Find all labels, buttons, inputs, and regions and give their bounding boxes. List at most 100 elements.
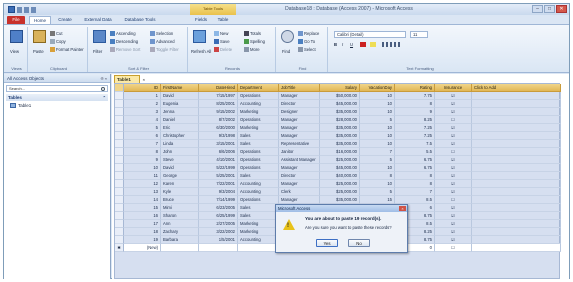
paste-button[interactable]: Paste (33, 49, 44, 54)
table-cell[interactable]: $16,000.00 (320, 148, 360, 156)
table-cell[interactable]: $45,000.00 (320, 100, 360, 108)
advanced-button[interactable]: Advanced (150, 39, 175, 45)
table-cell[interactable]: 4/10/2001 (199, 156, 238, 164)
table-row[interactable]: 14 Bruce 7/14/1999 Operations Manager $35,000… (115, 196, 561, 204)
table-cell[interactable]: George (161, 172, 199, 180)
table-cell[interactable]: 8.25 (395, 116, 435, 124)
nav-pane-collapse-icon[interactable]: ® « (101, 74, 107, 83)
table-cell-empty[interactable] (472, 156, 561, 164)
table-cell[interactable]: 16 (124, 212, 161, 220)
record-selector[interactable] (115, 220, 124, 228)
close-button[interactable]: ✕ (556, 5, 567, 13)
record-selector[interactable] (115, 196, 124, 204)
table-row[interactable]: 13 Kyle 9/3/2004 Accounting Clerk $25,000.00 5… (115, 188, 561, 196)
tab-fields[interactable]: Fields (192, 16, 210, 24)
table-cell[interactable]: Operations (238, 156, 279, 164)
table-cell-empty[interactable] (472, 180, 561, 188)
new-record-insurance-checkbox[interactable]: ☐ (435, 244, 472, 252)
close-tab-icon[interactable]: × (143, 76, 145, 83)
table-cell[interactable]: 10 (360, 100, 395, 108)
record-selector[interactable] (115, 156, 124, 164)
table-cell[interactable]: 15 (124, 204, 161, 212)
table-cell[interactable]: 10 (360, 180, 395, 188)
table-cell[interactable]: Christopher (161, 132, 199, 140)
find-button[interactable]: Find (282, 49, 290, 54)
column-header[interactable]: Insurance (435, 84, 472, 92)
table-cell[interactable]: 5.5 (395, 148, 435, 156)
insurance-checkbox[interactable]: ☑ (435, 92, 472, 100)
table-cell[interactable]: Representative (279, 140, 320, 148)
table-cell[interactable]: 8 (360, 172, 395, 180)
table-row[interactable]: 9 Steve 4/10/2001 Operations Assistant Manag… (115, 156, 561, 164)
table-cell[interactable]: 19 (124, 236, 161, 244)
table-row[interactable]: 6 Christopher 9/3/1998 Sales Manager $35,000.… (115, 132, 561, 140)
table-cell-empty[interactable] (472, 172, 561, 180)
table-cell-empty[interactable] (199, 244, 238, 252)
table-cell[interactable]: 12 (124, 180, 161, 188)
table-cell-empty[interactable] (472, 188, 561, 196)
highlight-icon[interactable] (370, 42, 376, 47)
record-selector[interactable] (115, 172, 124, 180)
insurance-checkbox[interactable]: ☑ (435, 156, 472, 164)
paste-icon[interactable] (33, 30, 46, 43)
table-row[interactable]: 2 Eugenia 8/25/2001 Accounting Director $45,0… (115, 100, 561, 108)
table-cell[interactable]: Accounting (238, 100, 279, 108)
table-cell[interactable]: 5 (360, 188, 395, 196)
column-header[interactable]: Salary (320, 84, 360, 92)
tab-home[interactable]: Home (29, 16, 51, 24)
redo-icon[interactable] (31, 7, 36, 13)
table-cell[interactable]: 5/22/1999 (199, 164, 238, 172)
record-selector[interactable] (115, 204, 124, 212)
table-cell[interactable]: Kyle (161, 188, 199, 196)
insurance-checkbox[interactable]: ☑ (435, 140, 472, 148)
table-cell[interactable]: 13 (124, 188, 161, 196)
table-cell[interactable]: 7.75 (395, 92, 435, 100)
underline-button[interactable]: U (350, 42, 353, 47)
record-selector[interactable] (115, 188, 124, 196)
table-cell[interactable]: 8 (395, 180, 435, 188)
save-record-button[interactable]: Save (214, 39, 230, 45)
table-cell[interactable]: 9/3/1998 (199, 132, 238, 140)
insurance-checkbox[interactable]: ☑ (435, 204, 472, 212)
insurance-checkbox[interactable]: ☑ (435, 108, 472, 116)
record-selector[interactable] (115, 180, 124, 188)
table-cell[interactable]: 7 (360, 148, 395, 156)
table-cell[interactable]: 10 (124, 164, 161, 172)
table-cell[interactable]: 5 (360, 156, 395, 164)
table-cell[interactable]: Manager (279, 124, 320, 132)
table-cell[interactable]: $25,000.00 (320, 188, 360, 196)
table-cell[interactable]: Marketing (238, 228, 279, 236)
nav-item-table1[interactable]: Table1 (10, 102, 110, 109)
goto-button[interactable]: Go To (298, 39, 315, 45)
totals-button[interactable]: Totals (244, 31, 261, 37)
insurance-checkbox[interactable]: ☐ (435, 116, 472, 124)
table-cell[interactable]: Linda (161, 140, 199, 148)
table-cell[interactable]: Operations (238, 164, 279, 172)
table-cell[interactable]: Accounting (238, 236, 279, 244)
table-cell[interactable]: Designer (279, 108, 320, 116)
table-cell[interactable]: $25,000.00 (320, 180, 360, 188)
table-cell-empty[interactable] (472, 220, 561, 228)
table-cell-empty[interactable] (472, 108, 561, 116)
record-selector[interactable] (115, 124, 124, 132)
table-cell[interactable]: Operations (238, 116, 279, 124)
table-cell[interactable]: Eric (161, 124, 199, 132)
table-cell[interactable]: 7/14/1999 (199, 196, 238, 204)
record-selector[interactable] (115, 212, 124, 220)
table-cell[interactable]: 10 (360, 140, 395, 148)
table-cell-empty[interactable] (472, 204, 561, 212)
table-cell-empty[interactable] (472, 228, 561, 236)
table-cell[interactable]: Manager (279, 132, 320, 140)
table-cell[interactable]: 3 (124, 108, 161, 116)
table-cell[interactable]: David (161, 92, 199, 100)
table-cell-empty[interactable] (472, 148, 561, 156)
table-cell[interactable]: $40,000.00 (320, 172, 360, 180)
table-cell[interactable]: 6.75 (395, 164, 435, 172)
insurance-checkbox[interactable]: ☑ (435, 132, 472, 140)
nav-pane-header[interactable]: All Access Objects ® « (4, 74, 110, 83)
table-cell[interactable]: 10 (360, 164, 395, 172)
table-row[interactable]: 4 Daniel 8/7/2002 Operations Manager $28,000.… (115, 116, 561, 124)
table-cell[interactable]: 9 (395, 108, 435, 116)
table-cell[interactable]: 8 (395, 100, 435, 108)
table-cell-empty[interactable] (472, 244, 561, 252)
